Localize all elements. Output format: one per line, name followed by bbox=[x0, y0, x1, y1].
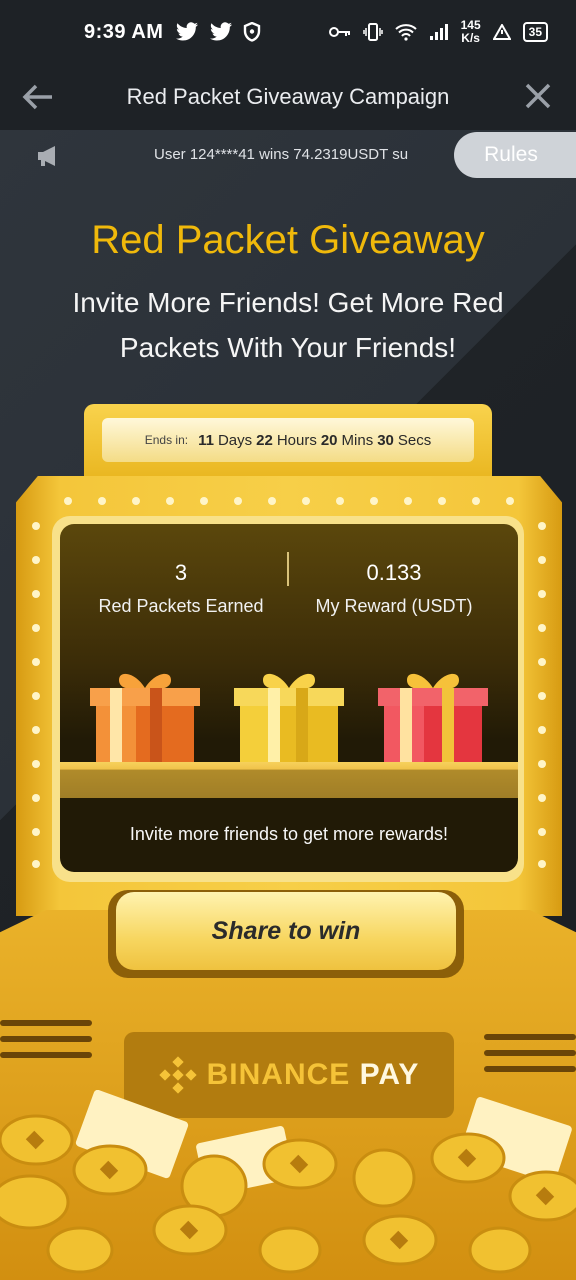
binance-logo-icon bbox=[158, 1056, 197, 1094]
countdown-mins-label: Mins bbox=[341, 431, 374, 449]
countdown-prefix: Ends in: bbox=[144, 433, 189, 447]
vent-line bbox=[0, 1052, 92, 1058]
app-header: Red Packet Giveaway Campaign bbox=[0, 64, 576, 130]
invite-message: Invite more friends to get more rewards! bbox=[129, 824, 449, 844]
alert-triangle-icon bbox=[492, 24, 511, 40]
ticker-text: User 124****41 wins 74.2319USDT su bbox=[154, 146, 409, 163]
vent-line bbox=[484, 1034, 576, 1040]
countdown-timer: Ends in: 11 Days 22 Hours 20 Mins 30 Sec… bbox=[102, 418, 474, 462]
pay-wordmark: PAY bbox=[359, 1058, 420, 1091]
red-packets-earned-value: 3 bbox=[174, 560, 188, 585]
gift-box-red-icon[interactable] bbox=[376, 666, 490, 764]
back-arrow-icon[interactable] bbox=[22, 82, 54, 112]
shield-icon bbox=[244, 22, 261, 42]
countdown-secs-label: Secs bbox=[397, 431, 432, 449]
marquee-lights bbox=[64, 497, 514, 505]
countdown-hours: 22 bbox=[256, 431, 273, 449]
countdown-hours-label: Hours bbox=[276, 431, 317, 449]
notification-icons bbox=[175, 22, 261, 42]
my-reward-value: 0.133 bbox=[366, 560, 422, 585]
wifi-icon bbox=[394, 24, 417, 41]
net-speed: 145 K/s bbox=[461, 19, 481, 45]
red-packets-earned-label: Red Packets Earned bbox=[98, 596, 264, 616]
signal-icon bbox=[429, 24, 448, 40]
coin-pile-decoration bbox=[0, 1090, 576, 1274]
countdown-secs: 30 bbox=[377, 431, 394, 449]
countdown-days-label: Days bbox=[217, 431, 253, 449]
my-reward-label: My Reward (USDT) bbox=[315, 596, 473, 616]
status-bar: 9:39 AM 145 K/s 35 bbox=[0, 0, 576, 64]
gift-box-orange-icon[interactable] bbox=[88, 666, 202, 764]
twitter-icon bbox=[176, 22, 199, 41]
gift-shelf bbox=[60, 762, 518, 798]
share-to-win-button[interactable]: Share to win bbox=[116, 892, 456, 970]
gift-box-yellow-icon[interactable] bbox=[232, 666, 346, 764]
countdown-days: 11 bbox=[198, 431, 214, 449]
close-icon[interactable] bbox=[524, 82, 552, 110]
binance-wordmark: BINANCE bbox=[206, 1058, 351, 1091]
vent-line bbox=[0, 1020, 92, 1026]
rules-button[interactable]: Rules bbox=[454, 132, 576, 178]
my-reward: 0.133 My Reward (USDT) bbox=[296, 560, 492, 617]
system-icons: 145 K/s 35 bbox=[328, 19, 548, 45]
battery-indicator: 35 bbox=[522, 22, 548, 42]
vent-line bbox=[484, 1050, 576, 1056]
status-time: 9:39 AM bbox=[84, 20, 164, 43]
key-icon bbox=[328, 27, 350, 37]
vent-line bbox=[0, 1036, 92, 1042]
campaign-subtitle: Invite More Friends! Get More Red Packet… bbox=[72, 287, 504, 363]
side-lights-left bbox=[32, 522, 40, 868]
page-title: Red Packet Giveaway Campaign bbox=[126, 84, 450, 109]
twitter-icon bbox=[210, 22, 233, 41]
vibrate-icon bbox=[362, 23, 383, 41]
stat-divider bbox=[287, 552, 289, 586]
side-lights-right bbox=[538, 522, 546, 868]
megaphone-icon bbox=[38, 146, 55, 166]
net-speed-unit: K/s bbox=[461, 31, 480, 45]
vent-line bbox=[484, 1066, 576, 1072]
red-packets-earned: 3 Red Packets Earned bbox=[80, 560, 282, 617]
countdown-mins: 20 bbox=[320, 431, 338, 449]
campaign-title: Red Packet Giveaway bbox=[91, 218, 485, 262]
